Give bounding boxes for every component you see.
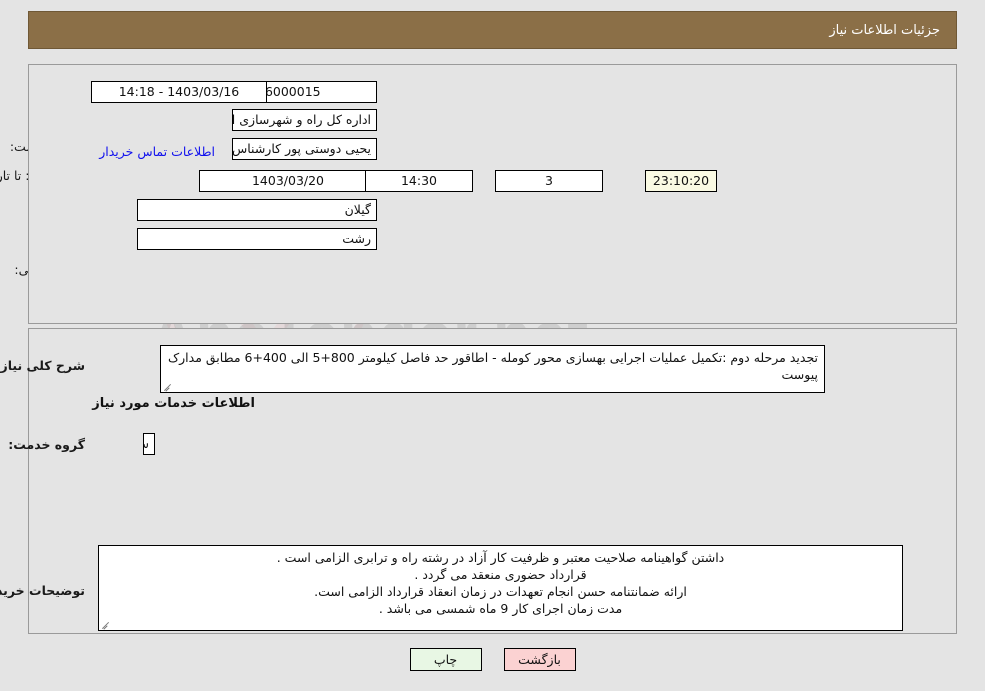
page-title-bar: جزئیات اطلاعات نیاز [28, 11, 957, 49]
announce-datetime-field[interactable]: 1403/03/16 - 14:18 [91, 81, 267, 103]
buyer-org-field[interactable]: اداره کل راه و شهرسازی استان گیلان [232, 109, 377, 131]
buyer-notes-textarea[interactable]: داشتن گواهینامه صلاحیت معتبر و ظرفیت کار… [98, 545, 903, 631]
buyer-contact-link-wrap: اطلاعات تماس خریدار [99, 141, 215, 160]
action-buttons: بازگشت چاپ [0, 648, 985, 671]
buyer-note-line-4: مدت زمان اجرای کار 9 ماه شمسی می باشد . [378, 601, 623, 616]
requester-field[interactable]: یحیی دوستی پور کارشناس پیمان و رسیدگی اد… [232, 138, 377, 160]
page-title: جزئیات اطلاعات نیاز [829, 22, 940, 38]
description-label: شرح کلی نیاز: [0, 358, 85, 373]
buyer-note-line-2: قرارداد حضوری منعقد می گردد . [414, 567, 587, 582]
buyer-note-line-3: ارائه ضمانتنامه حسن انجام تعهدات در زمان… [314, 584, 687, 599]
deadline-date-field[interactable]: 1403/03/20 [199, 170, 377, 192]
page-root: AnaTender.net جزئیات اطلاعات نیاز شماره … [0, 0, 985, 691]
countdown-field: 23:10:20 [645, 170, 717, 192]
print-button[interactable]: چاپ [409, 648, 482, 671]
province-field[interactable]: گیلان [137, 199, 377, 221]
buyer-notes-label-wrap: توضیحات خریدار: [0, 583, 85, 598]
days-remaining-field[interactable]: 3 [495, 170, 603, 192]
buyer-note-line-1: داشتن گواهینامه صلاحیت معتبر و ظرفیت کار… [276, 550, 725, 565]
resize-grip-icon[interactable] [101, 619, 111, 629]
back-button[interactable]: بازگشت [503, 648, 576, 671]
city-field[interactable]: رشت [137, 228, 377, 250]
service-group-label-wrap: گروه خدمت: [8, 437, 85, 452]
resize-grip-icon[interactable] [163, 381, 173, 391]
description-text: تجدید مرحله دوم :تکمیل عملیات اجرایی بهس… [167, 350, 818, 382]
deadline-time-field[interactable]: 14:30 [365, 170, 473, 192]
description-label-wrap: شرح کلی نیاز: [0, 358, 85, 373]
service-group-label: گروه خدمت: [8, 437, 85, 452]
buyer-contact-link[interactable]: اطلاعات تماس خریدار [99, 144, 215, 159]
need-info-panel [28, 64, 957, 324]
service-group-field[interactable]: ساختمان [143, 433, 155, 455]
services-heading: اطلاعات خدمات مورد نیاز [92, 396, 255, 411]
buyer-notes-label: توضیحات خریدار: [0, 583, 85, 598]
description-textarea[interactable]: تجدید مرحله دوم :تکمیل عملیات اجرایی بهس… [160, 345, 825, 393]
